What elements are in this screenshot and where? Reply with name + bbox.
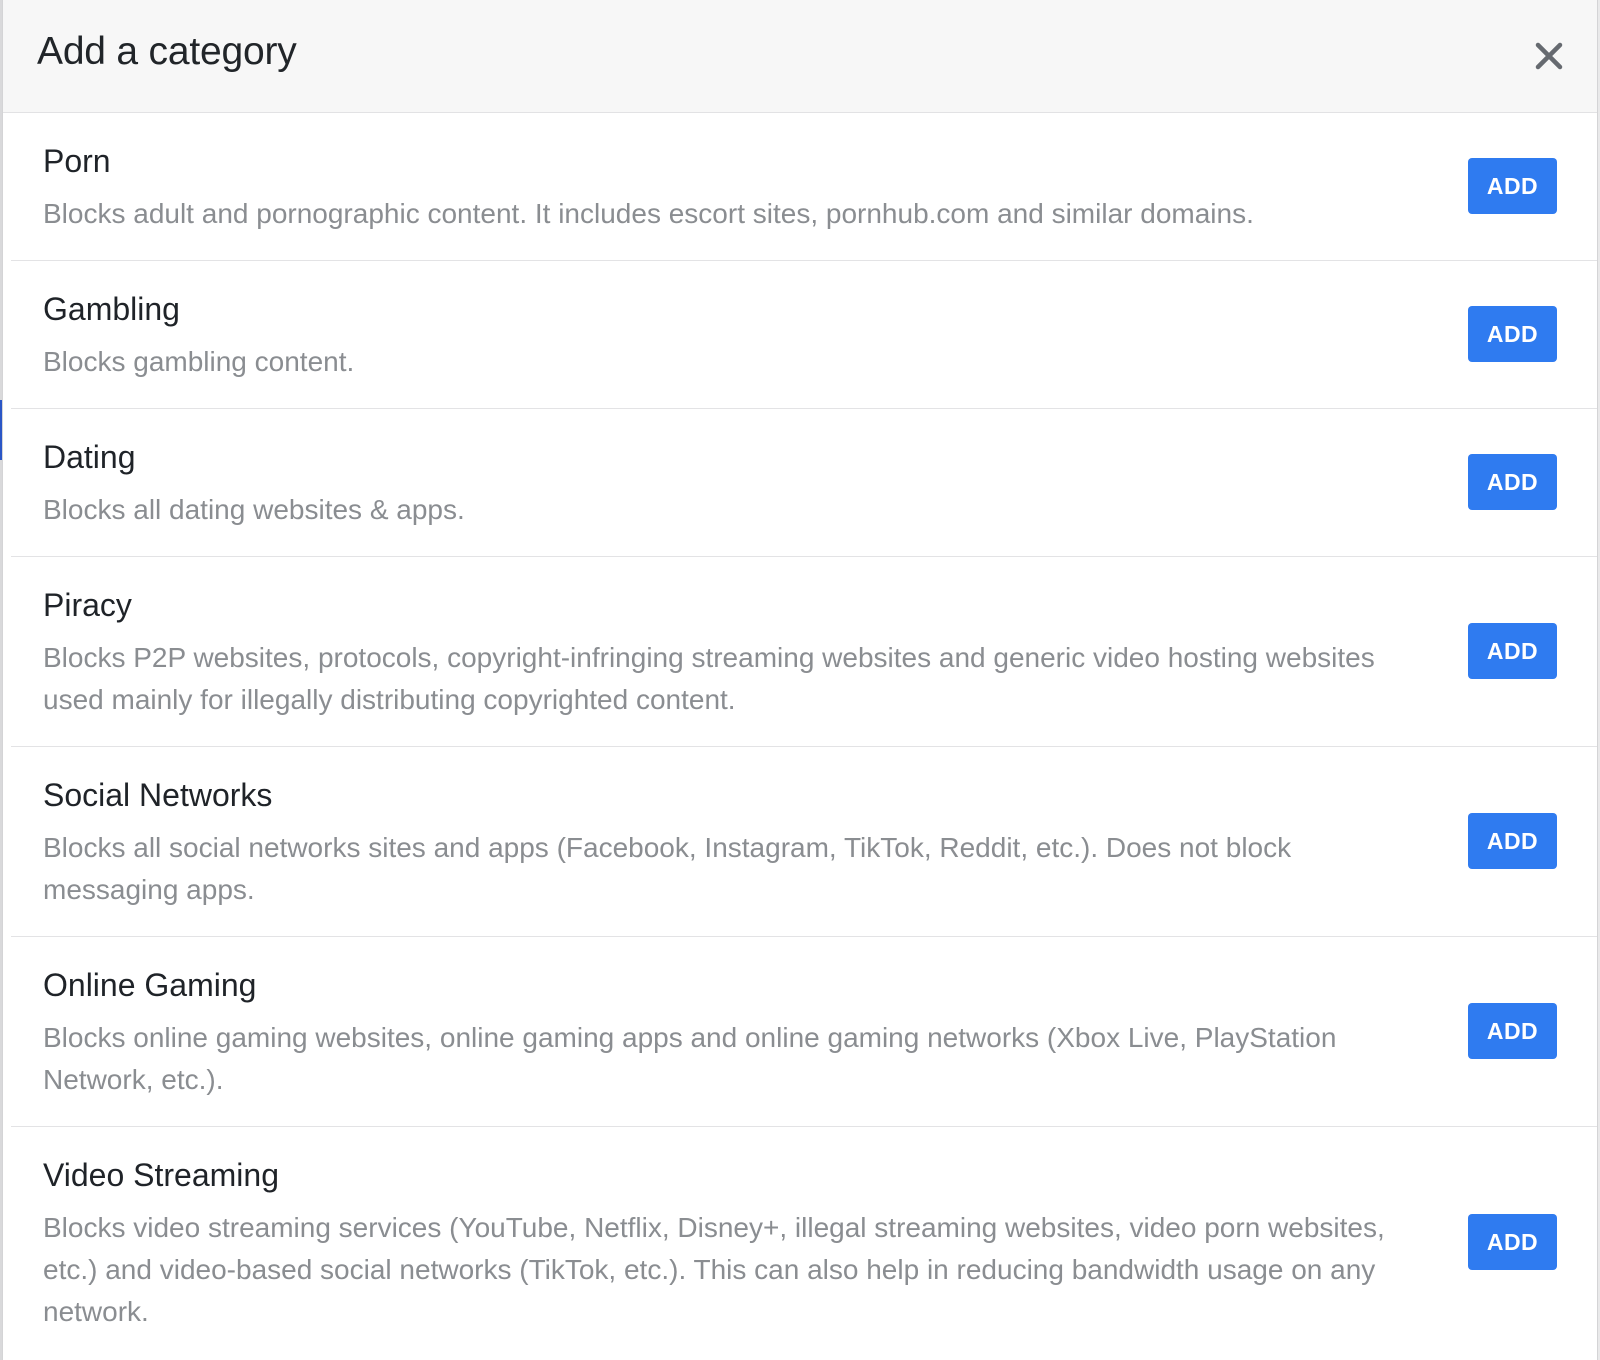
category-description: Blocks all dating websites & apps. [43,494,465,525]
category-item-video-streaming: Video Streaming Blocks video streaming s… [11,1127,1597,1359]
category-item-porn: Porn Blocks adult and pornographic conte… [11,113,1597,261]
category-name: Porn [43,143,111,179]
category-list: Porn Blocks adult and pornographic conte… [3,113,1597,1359]
add-online-gaming-button[interactable]: ADD [1468,1003,1557,1059]
add-social-networks-button[interactable]: ADD [1468,813,1557,869]
add-gambling-button[interactable]: ADD [1468,306,1557,362]
add-video-streaming-button[interactable]: ADD [1468,1214,1557,1270]
category-description: Blocks adult and pornographic content. I… [43,198,1254,229]
modal-header: Add a category [3,0,1597,113]
add-dating-button[interactable]: ADD [1468,454,1557,510]
category-description: Blocks online gaming websites, online ga… [43,1022,1337,1095]
modal-title: Add a category [37,30,297,73]
category-description: Blocks P2P websites, protocols, copyrigh… [43,642,1375,715]
category-item-online-gaming: Online Gaming Blocks online gaming websi… [11,937,1597,1127]
close-icon [1535,42,1563,70]
category-item-piracy: Piracy Blocks P2P websites, protocols, c… [11,557,1597,747]
category-description: Blocks gambling content. [43,346,355,377]
category-name: Piracy [43,587,132,623]
category-description: Blocks all social networks sites and app… [43,832,1292,905]
category-item-social-networks: Social Networks Blocks all social networ… [11,747,1597,937]
category-name: Online Gaming [43,967,257,1003]
close-button[interactable] [1531,38,1567,74]
add-porn-button[interactable]: ADD [1468,158,1557,214]
add-category-modal: Add a category Porn Blocks adult and por… [2,0,1598,1360]
category-description: Blocks video streaming services (YouTube… [43,1212,1385,1327]
add-piracy-button[interactable]: ADD [1468,623,1557,679]
category-item-gambling: Gambling Blocks gambling content. ADD [11,261,1597,409]
category-name: Dating [43,439,136,475]
category-name: Gambling [43,291,180,327]
category-name: Video Streaming [43,1157,279,1193]
category-item-dating: Dating Blocks all dating websites & apps… [11,409,1597,557]
category-name: Social Networks [43,777,273,813]
